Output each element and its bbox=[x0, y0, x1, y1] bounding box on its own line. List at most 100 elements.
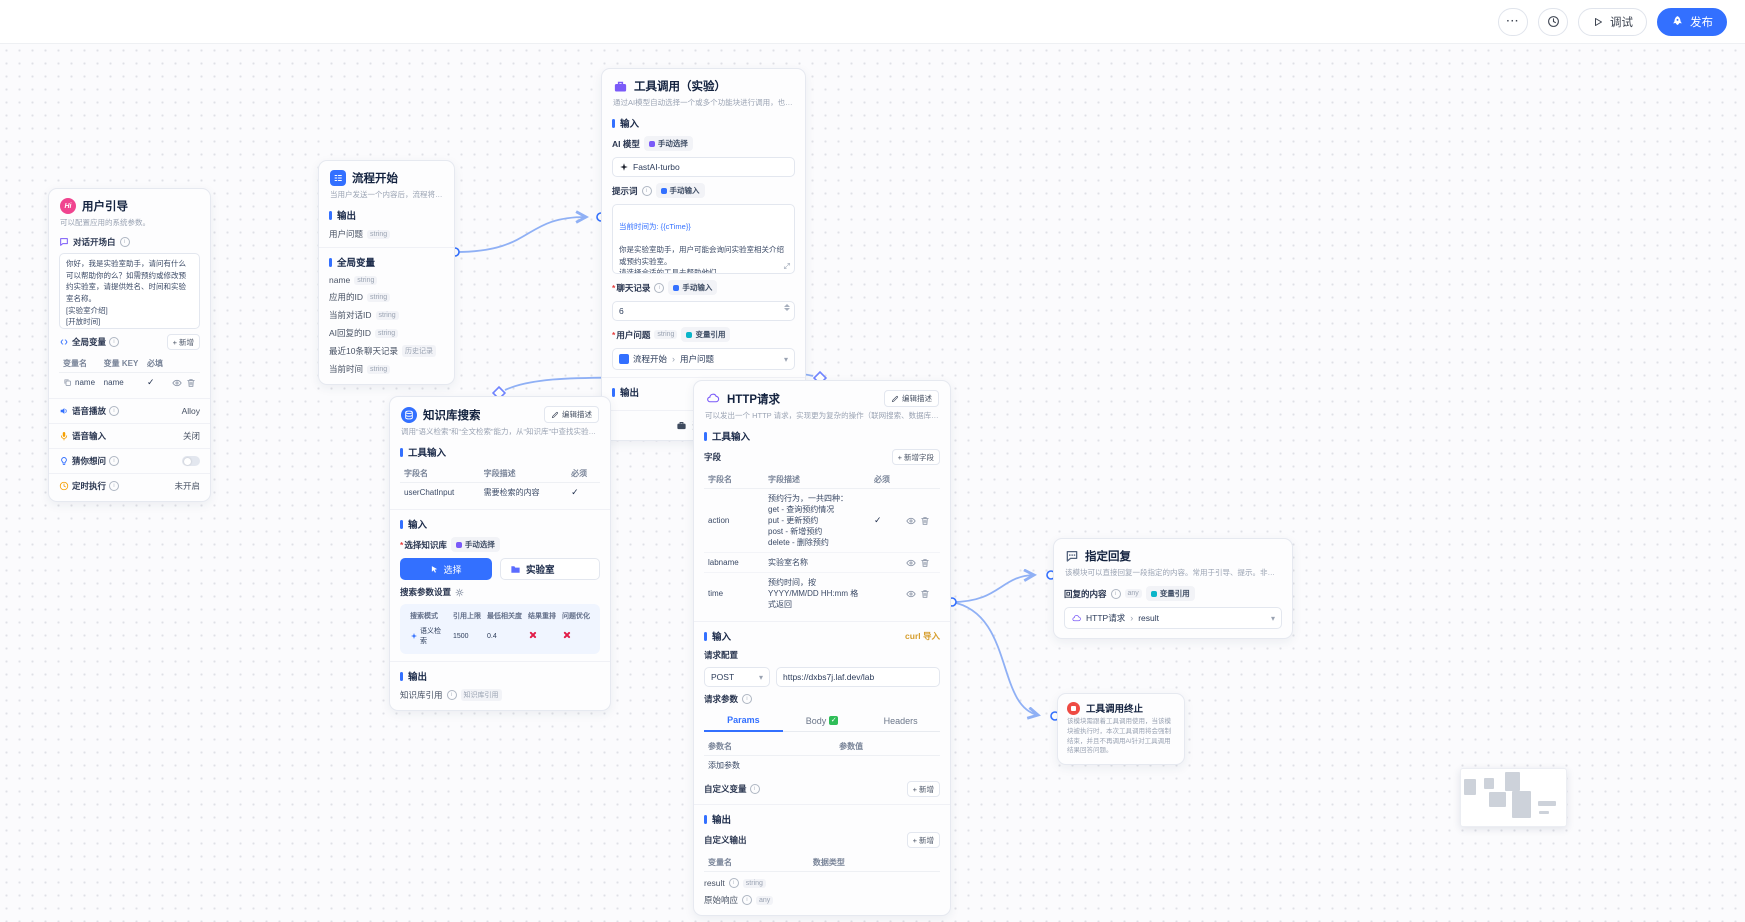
prompt-textarea[interactable]: 当前时间为: {{cTime}} 你是实验室助手，用户可能会询问实验室相关介绍或… bbox=[612, 204, 795, 274]
tab-headers[interactable]: Headers bbox=[861, 711, 940, 731]
schedule-label: 定时执行 bbox=[72, 480, 106, 492]
trash-icon[interactable] bbox=[920, 558, 930, 568]
field-desc: 实验室名称 bbox=[764, 553, 870, 573]
node-kb-search[interactable]: 知识库搜索 编辑描述 调用“语义检索”和“全文检索”能力，从“知识库”中查找实验… bbox=[389, 396, 611, 711]
trash-icon[interactable] bbox=[186, 378, 196, 388]
node-subtitle: 通过AI模型自动选择一个或多个功能块进行调用，也可以对插件进行调用。 bbox=[602, 97, 805, 112]
eye-icon[interactable] bbox=[906, 589, 916, 599]
model-select[interactable]: FastAI-turbo bbox=[612, 157, 795, 177]
node-user-guide[interactable]: Hi 用户引导 可以配置应用的系统参数。 对话开场白 i 你好，我是实验室助手，… bbox=[48, 188, 211, 502]
play-icon bbox=[1592, 16, 1604, 28]
method-select[interactable]: POST ▾ bbox=[704, 667, 770, 687]
pointer-icon bbox=[430, 565, 439, 574]
info-icon: i bbox=[447, 690, 457, 700]
node-http-request[interactable]: HTTP请求 编辑描述 可以发出一个 HTTP 请求，实现更为复杂的操作（联网搜… bbox=[693, 380, 951, 916]
global-var: AI回复的ID bbox=[329, 327, 371, 339]
publish-button[interactable]: 发布 bbox=[1657, 8, 1727, 36]
eye-icon[interactable] bbox=[906, 516, 916, 526]
eye-icon[interactable] bbox=[906, 558, 916, 568]
check-icon: ✓ bbox=[874, 515, 882, 525]
copy-icon[interactable] bbox=[63, 378, 72, 387]
history-count-value: 6 bbox=[619, 306, 624, 316]
request-config-label: 请求配置 bbox=[704, 649, 738, 661]
node-flow-start[interactable]: 流程开始 当用户发送一个内容后，流程将会从这个模块开始执行。 输出 用户问题 s… bbox=[318, 160, 455, 385]
curl-import-link[interactable]: curl 导入 bbox=[905, 630, 940, 642]
question-ref-select[interactable]: 流程开始 › 用户问题 ▾ bbox=[612, 348, 795, 370]
reply-bubble-icon bbox=[1065, 549, 1079, 563]
search-params-label: 搜索参数设置 bbox=[400, 586, 451, 598]
schedule-value[interactable]: 未开启 bbox=[174, 480, 200, 492]
kb-choose-button[interactable]: 选择 bbox=[400, 558, 492, 580]
debug-button[interactable]: 调试 bbox=[1578, 8, 1647, 36]
debug-label: 调试 bbox=[1610, 14, 1633, 30]
edit-description-button[interactable]: 编辑描述 bbox=[884, 390, 939, 407]
check-icon: ✓ bbox=[829, 716, 838, 725]
history-count-input[interactable]: 6 bbox=[612, 301, 795, 321]
col-var-required: 必填 bbox=[143, 355, 167, 373]
eye-icon[interactable] bbox=[172, 378, 182, 388]
type-tag: string bbox=[367, 230, 390, 239]
tab-body[interactable]: Body✓ bbox=[783, 711, 862, 731]
tab-params[interactable]: Params bbox=[704, 711, 783, 732]
guess-ask-toggle[interactable] bbox=[182, 456, 200, 466]
add-custom-var-button[interactable]: +新增 bbox=[907, 781, 940, 797]
gear-icon[interactable] bbox=[455, 588, 464, 597]
add-custom-output-button[interactable]: +新增 bbox=[907, 832, 940, 848]
node-title: 用户引导 bbox=[82, 198, 128, 214]
briefcase-icon bbox=[676, 420, 687, 431]
node-reply[interactable]: 指定回复 该模块可以直接回复一段指定的内容。常用于引导、提示。非字符串内容传入时… bbox=[1053, 538, 1293, 639]
col-var-name: 变量名 bbox=[59, 355, 100, 373]
variable-ref-badge: 变量引用 bbox=[1146, 586, 1195, 601]
plus-icon: + bbox=[173, 338, 177, 347]
request-params-label: 请求参数 bbox=[704, 693, 738, 705]
tool-input-section-label: 工具输入 bbox=[704, 429, 940, 443]
add-param-placeholder[interactable]: 添加参数 bbox=[704, 756, 835, 776]
add-variable-button[interactable]: +新增 bbox=[167, 334, 200, 350]
col-query-opt: 问题优化 bbox=[559, 609, 593, 623]
kb-dataset-card[interactable]: 实验室 bbox=[500, 558, 600, 580]
global-var: 应用的ID bbox=[329, 291, 363, 303]
method-value: POST bbox=[711, 672, 734, 682]
var-key: name bbox=[100, 373, 143, 393]
check-icon: ✓ bbox=[571, 487, 579, 497]
node-title: 工具调用终止 bbox=[1086, 701, 1143, 715]
opening-label: 对话开场白 bbox=[73, 236, 116, 248]
node-tool-stop[interactable]: 工具调用终止 该模块需跟着工具调用使用，当该模块被执行时，本次工具调用将会强制结… bbox=[1057, 693, 1185, 765]
info-icon: i bbox=[1111, 589, 1121, 599]
add-field-button[interactable]: +新增字段 bbox=[892, 449, 940, 465]
col-out-type: 数据类型 bbox=[809, 854, 940, 872]
pencil-icon bbox=[551, 411, 559, 419]
global-var-table: 变量名 变量 KEY 必填 name name ✓ bbox=[59, 355, 200, 392]
url-input[interactable]: https://dxbs7j.laf.dev/lab bbox=[776, 667, 940, 687]
minimap-node bbox=[1505, 772, 1520, 791]
reply-ref-select[interactable]: HTTP请求 › result ▾ bbox=[1064, 607, 1282, 629]
tool-input-table: 字段名 字段描述 必须 userChatInput 需要检索的内容 ✓ bbox=[400, 465, 600, 502]
type-tag: any bbox=[756, 896, 773, 905]
info-icon: i bbox=[642, 186, 652, 196]
type-tag: string bbox=[376, 311, 399, 320]
field-name: userChatInput bbox=[400, 483, 480, 503]
clock-icon bbox=[1547, 15, 1560, 28]
minimap[interactable] bbox=[1460, 768, 1567, 827]
tts-value[interactable]: Alloy bbox=[182, 406, 200, 416]
edit-description-button[interactable]: 编辑描述 bbox=[544, 406, 599, 423]
trash-icon[interactable] bbox=[920, 589, 930, 599]
expand-icon[interactable] bbox=[783, 262, 791, 270]
more-button[interactable]: ··· bbox=[1498, 8, 1528, 36]
minimap-node bbox=[1484, 778, 1494, 789]
x-icon bbox=[562, 631, 570, 639]
topbar: ··· 调试 发布 bbox=[0, 0, 1745, 44]
prompt-label: 提示词 bbox=[612, 185, 638, 197]
chevron-down-icon: ▾ bbox=[759, 673, 763, 682]
kb-search-icon bbox=[401, 407, 417, 423]
trash-icon[interactable] bbox=[920, 516, 930, 526]
minimap-node bbox=[1539, 811, 1549, 814]
number-stepper[interactable] bbox=[784, 304, 790, 311]
voice-input-value[interactable]: 关闭 bbox=[183, 430, 200, 442]
opening-textarea[interactable]: 你好，我是实验室助手，请问有什么可以帮助你的么？如需预约或修改预约实验室，请提供… bbox=[59, 253, 200, 329]
history-button[interactable] bbox=[1538, 8, 1568, 36]
global-var: name bbox=[329, 275, 350, 285]
limit-value: 1500 bbox=[450, 623, 484, 649]
params-table: 参数名 参数值 添加参数 bbox=[704, 738, 940, 775]
info-icon: i bbox=[729, 878, 739, 888]
